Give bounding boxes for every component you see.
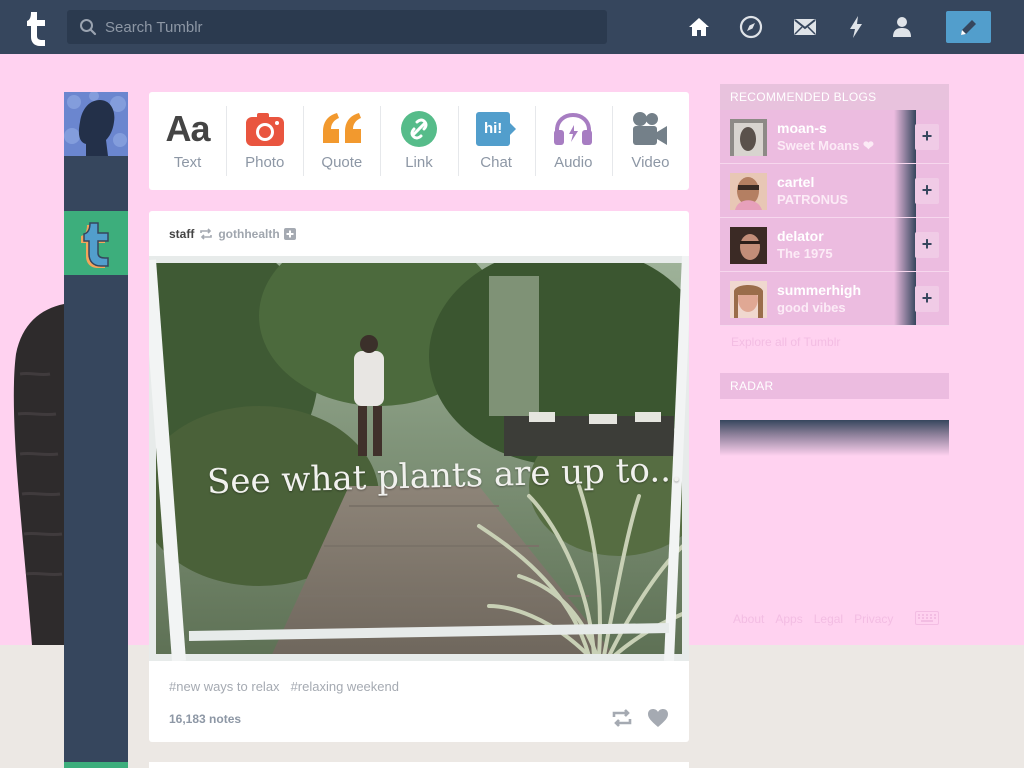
pencil-icon [961, 20, 976, 35]
blog-description: Sweet Moans ❤ [777, 138, 874, 153]
footer-link-apps[interactable]: Apps [775, 612, 802, 626]
search-icon [80, 19, 97, 36]
blog-name: moan-s [777, 120, 827, 136]
dashboard-post: staff gothhealth See what plants are up … [149, 211, 689, 742]
blog-avatar [730, 173, 767, 210]
tumblr-logo-icon[interactable] [14, 6, 54, 48]
background-figure-image [13, 304, 64, 645]
chat-icon: hi! [476, 108, 517, 150]
recommended-blog-item[interactable]: summerhigh good vibes + [720, 272, 949, 326]
reblogged-from-blog[interactable]: gothhealth [218, 227, 279, 241]
next-post-card [149, 762, 689, 768]
blog-avatar [730, 227, 767, 264]
compose-button[interactable] [946, 11, 991, 43]
camera-icon [245, 113, 284, 146]
text-icon: Aa [165, 108, 211, 149]
headphones-icon [554, 112, 593, 145]
post-photo[interactable]: See what plants are up to... [149, 256, 689, 661]
post-type-video[interactable]: Video [611, 92, 689, 190]
search-input[interactable] [105, 10, 595, 44]
radar-title: RADAR [720, 373, 949, 399]
radar-post[interactable] [720, 420, 949, 456]
follow-button[interactable]: + [915, 286, 939, 312]
explore-icon[interactable] [738, 14, 764, 40]
blog-name: cartel [777, 174, 815, 190]
sidebar-footer: About Apps Legal Privacy [733, 612, 893, 626]
reblog-icon [200, 228, 213, 240]
link-icon [400, 111, 437, 147]
fade-overlay [894, 110, 916, 164]
post-type-link[interactable]: Link [380, 92, 457, 190]
user-avatar[interactable] [64, 92, 128, 156]
fade-overlay [894, 218, 916, 272]
post-type-label: Text [173, 154, 202, 171]
post-type-text[interactable]: Aa Text [149, 92, 226, 190]
post-header: staff gothhealth [169, 227, 296, 241]
blog-name: delator [777, 228, 824, 244]
explore-link[interactable]: Explore all of Tumblr [731, 335, 840, 349]
search-bar [67, 10, 607, 44]
recommended-blog-item[interactable]: moan-s Sweet Moans ❤ + [720, 110, 949, 164]
top-navigation-bar [0, 0, 1024, 54]
follow-button[interactable]: + [915, 124, 939, 150]
post-type-label: Video [631, 154, 670, 171]
footer-link-privacy[interactable]: Privacy [854, 612, 893, 626]
post-type-label: Quote [321, 154, 363, 171]
staff-avatar[interactable] [64, 211, 128, 275]
post-type-bar: Aa Text Photo Quote Link hi! Chat Audio … [149, 92, 689, 190]
footer-link-legal[interactable]: Legal [814, 612, 843, 626]
post-blog-name[interactable]: staff [169, 227, 194, 241]
blog-name: summerhigh [777, 282, 862, 298]
activity-icon[interactable] [843, 14, 869, 40]
post-type-label: Chat [480, 154, 512, 171]
home-icon[interactable] [686, 14, 712, 40]
follow-plus-icon[interactable] [283, 228, 296, 240]
post-tag[interactable]: #relaxing weekend [291, 679, 399, 694]
next-post-avatar[interactable] [64, 762, 128, 768]
post-tags: #new ways to relax #relaxing weekend [169, 679, 399, 694]
blog-description: The 1975 [777, 246, 833, 261]
dashboard-avatar-column [64, 92, 128, 768]
post-type-label: Audio [554, 154, 593, 171]
footer-link-about[interactable]: About [733, 612, 764, 626]
blog-avatar [730, 119, 767, 156]
post-type-chat[interactable]: hi! Chat [457, 92, 535, 190]
post-tag[interactable]: #new ways to relax [169, 679, 280, 694]
post-type-label: Link [405, 154, 433, 171]
post-type-label: Photo [245, 154, 285, 171]
messages-icon[interactable] [792, 14, 818, 40]
recommended-blog-item[interactable]: cartel PATRONUS + [720, 164, 949, 218]
blog-description: good vibes [777, 300, 846, 315]
video-camera-icon [633, 112, 668, 145]
reblog-button-icon[interactable] [611, 708, 633, 728]
post-type-quote[interactable]: Quote [303, 92, 380, 190]
like-heart-icon[interactable] [647, 708, 669, 728]
keyboard-shortcuts-icon[interactable] [915, 611, 939, 625]
blog-description: PATRONUS [777, 192, 849, 207]
fade-overlay [894, 164, 916, 218]
recommended-blog-item[interactable]: delator The 1975 + [720, 218, 949, 272]
fade-overlay [894, 272, 916, 326]
follow-button[interactable]: + [915, 178, 939, 204]
recommended-blogs-title: RECOMMENDED BLOGS [720, 84, 949, 110]
follow-button[interactable]: + [915, 232, 939, 258]
quote-icon [322, 113, 361, 143]
account-icon[interactable] [889, 14, 915, 40]
post-type-photo[interactable]: Photo [226, 92, 303, 190]
blog-avatar [730, 281, 767, 318]
recommended-blogs-list: moan-s Sweet Moans ❤ + cartel PATRONUS +… [720, 110, 949, 326]
post-type-audio[interactable]: Audio [534, 92, 612, 190]
notes-count[interactable]: 16,183 notes [169, 712, 241, 726]
